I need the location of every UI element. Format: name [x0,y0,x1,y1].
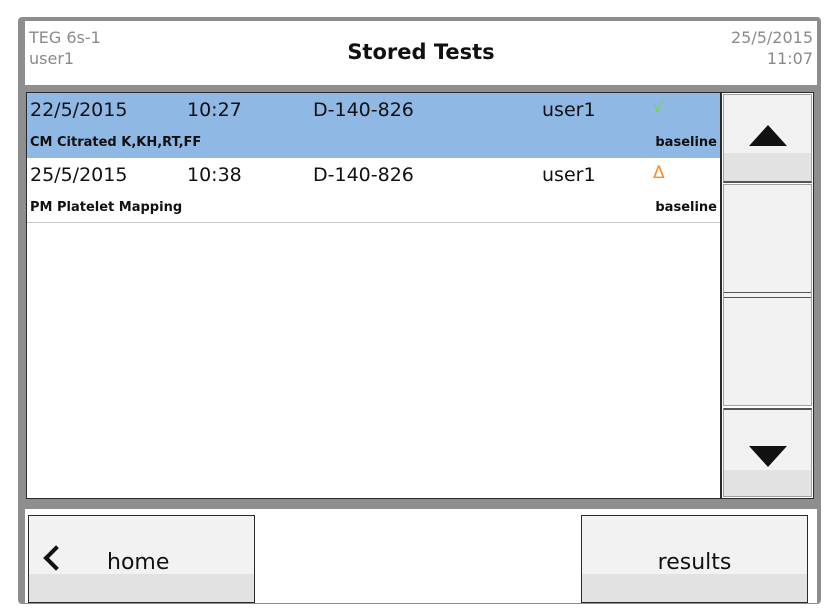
status-warning-icon: Δ [653,163,665,183]
button-shade [582,574,807,602]
test-description: CM Citrated K,KH,RT,FF [30,135,202,150]
results-button[interactable]: results [581,515,808,603]
test-list: 22/5/2015 10:27 D-140-826 user1 √ CM Cit… [26,92,721,499]
button-shade [29,574,254,602]
scroll-down-button[interactable] [723,408,812,497]
current-date: 25/5/2015 [730,28,813,47]
test-tag: baseline [655,135,717,150]
scroll-up-button[interactable] [723,94,812,183]
scrollbar [721,92,814,499]
test-tag: baseline [655,200,717,215]
home-button[interactable]: home [28,515,255,603]
home-label: home [107,550,170,575]
test-description: PM Platelet Mapping [30,200,183,215]
button-shade [724,470,811,496]
test-date: 22/5/2015 [30,99,128,121]
current-time: 11:07 [766,49,813,68]
results-label: results [657,550,732,575]
test-id: D-140-826 [313,99,414,121]
test-row[interactable]: 22/5/2015 10:27 D-140-826 user1 √ CM Cit… [27,93,720,158]
header-bar: TEG 6s-1 user1 Stored Tests 25/5/2015 11… [25,21,817,85]
test-row[interactable]: 25/5/2015 10:38 D-140-826 user1 Δ PM Pla… [27,158,720,223]
test-date: 25/5/2015 [30,164,128,186]
button-shade [724,153,811,181]
page-title: Stored Tests [347,40,495,64]
datetime: 25/5/2015 11:07 [731,27,813,69]
triangle-up-icon [749,125,787,146]
scroll-thumb[interactable] [723,184,812,406]
test-time: 10:38 [187,164,242,186]
grip-icon [724,292,811,298]
test-time: 10:27 [187,99,242,121]
test-user: user1 [542,99,596,121]
test-user: user1 [542,164,596,186]
chevron-left-icon [43,545,69,571]
footer-bar: home results [25,507,817,603]
triangle-down-icon [749,446,787,467]
test-id: D-140-826 [313,164,414,186]
status-check-icon: √ [653,98,664,118]
